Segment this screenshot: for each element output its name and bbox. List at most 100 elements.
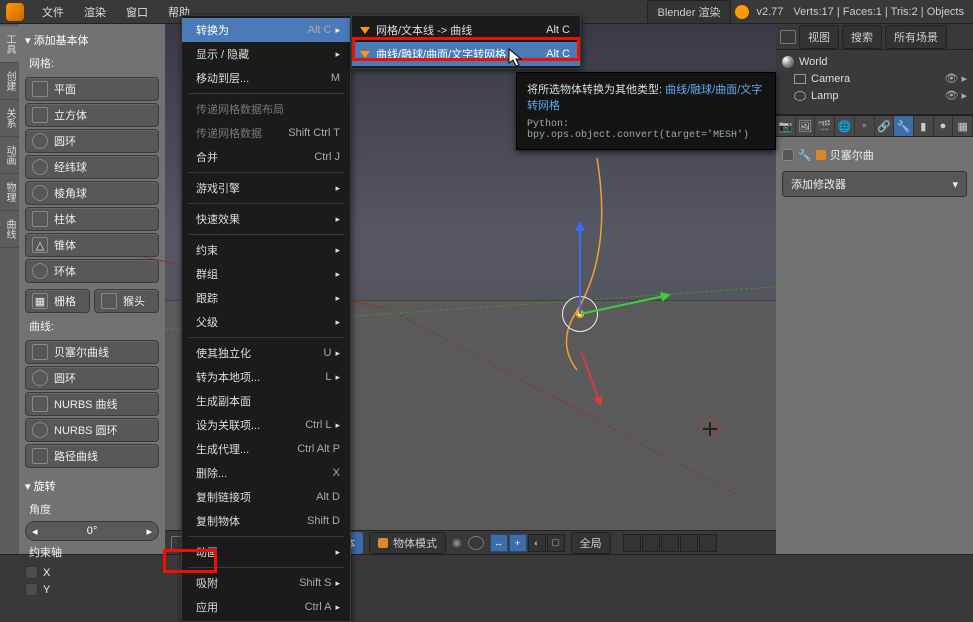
- tab-relations[interactable]: 关系: [0, 100, 19, 137]
- rotate-toggle[interactable]: ◐: [528, 534, 546, 552]
- panel-rotate[interactable]: 旋转: [25, 474, 159, 498]
- convert-to-curve[interactable]: 网格/文本线 -> 曲线 Alt C: [352, 18, 580, 42]
- manipulator-gizmo[interactable]: [580, 314, 581, 315]
- add-cylinder[interactable]: 柱体: [25, 207, 159, 231]
- menu-constraint[interactable]: 约束: [182, 238, 350, 262]
- outliner-search[interactable]: 搜索: [842, 25, 882, 49]
- menu-snap-label: 吸附: [196, 575, 218, 591]
- tab-modifiers[interactable]: 🔧: [894, 116, 914, 136]
- menu-make-single[interactable]: 使其独立化U: [182, 341, 350, 365]
- add-cone[interactable]: △锥体: [25, 233, 159, 257]
- orientation-dropdown[interactable]: 全局: [571, 532, 611, 554]
- menu-game-engine[interactable]: 游戏引擎: [182, 176, 350, 200]
- add-path[interactable]: 路径曲线: [25, 444, 159, 468]
- menu-dup-faces[interactable]: 生成副本面: [182, 389, 350, 413]
- menu-proxy[interactable]: 生成代理...Ctrl Alt P: [182, 437, 350, 461]
- menu-group[interactable]: 群组: [182, 262, 350, 286]
- layer-3[interactable]: [661, 534, 679, 552]
- menu-quick-fx[interactable]: 快速效果: [182, 207, 350, 231]
- shading-icon[interactable]: [468, 536, 484, 550]
- tab-material[interactable]: ●: [934, 116, 954, 136]
- pivot-toggles: ↔ + ◐ ▢: [490, 534, 565, 552]
- menu-join[interactable]: 合并Ctrl J: [182, 145, 350, 169]
- add-grid[interactable]: ▦栅格: [25, 289, 90, 313]
- menu-separator: [188, 234, 344, 235]
- eye-icon[interactable]: 👁 ▸: [944, 89, 967, 102]
- add-nurbs-circle[interactable]: NURBS 圆环: [25, 418, 159, 442]
- menu-render[interactable]: 渲染: [74, 0, 116, 24]
- gizmo-z-arrow[interactable]: [579, 224, 581, 314]
- manipulator-toggle[interactable]: ↔: [490, 534, 508, 552]
- outliner-filter[interactable]: 所有场景: [885, 25, 947, 49]
- layer-1[interactable]: [623, 534, 641, 552]
- constraint-y[interactable]: Y: [25, 581, 159, 598]
- add-uvsphere[interactable]: 经纬球: [25, 155, 159, 179]
- render-engine-dropdown[interactable]: Blender 渲染: [647, 0, 732, 24]
- add-nurbs-curve[interactable]: NURBS 曲线: [25, 392, 159, 416]
- tab-constraints[interactable]: 🔗: [875, 116, 895, 136]
- checkbox-icon: [25, 583, 38, 596]
- layer-5[interactable]: [699, 534, 717, 552]
- scale-toggle[interactable]: ▢: [547, 534, 565, 552]
- angle-input[interactable]: 0°: [25, 521, 159, 541]
- menu-anim[interactable]: 动画: [182, 540, 350, 564]
- menu-file[interactable]: 文件: [32, 0, 74, 24]
- pin-icon[interactable]: [782, 149, 794, 161]
- menu-move-layer[interactable]: 移动到层...M: [182, 66, 350, 90]
- tab-curve[interactable]: 曲线: [0, 211, 19, 248]
- outliner-editor-icon[interactable]: [780, 30, 796, 44]
- eye-icon[interactable]: 👁 ▸: [944, 72, 967, 85]
- menu-apply[interactable]: 应用Ctrl A: [182, 595, 350, 619]
- menu-window[interactable]: 窗口: [116, 0, 158, 24]
- menu-dup-link[interactable]: 复制链接项Alt D: [182, 485, 350, 509]
- bezier-curve-object[interactable]: [553, 154, 613, 374]
- outliner-lamp[interactable]: Lamp👁 ▸: [780, 87, 969, 104]
- add-modifier-dropdown[interactable]: 添加修改器 ▾: [782, 171, 967, 197]
- panel-add-primitive[interactable]: 添加基本体: [25, 28, 159, 52]
- add-bezier[interactable]: 贝塞尔曲线: [25, 340, 159, 364]
- outliner-view-btn[interactable]: 视图: [799, 25, 839, 49]
- convert-to-mesh[interactable]: 曲线/融球/曲面/文字转网格 Alt C: [352, 42, 580, 66]
- tab-physics[interactable]: 物理: [0, 174, 19, 211]
- menu-gameengine-label: 游戏引擎: [196, 180, 240, 196]
- menu-snap[interactable]: 吸附Shift S: [182, 571, 350, 595]
- add-torus-label: 环体: [54, 263, 76, 279]
- layer-4[interactable]: [680, 534, 698, 552]
- tab-object[interactable]: ▫: [855, 116, 875, 136]
- outliner-camera[interactable]: Camera👁 ▸: [780, 70, 969, 87]
- add-plane[interactable]: 平面: [25, 77, 159, 101]
- add-icosphere[interactable]: 棱角球: [25, 181, 159, 205]
- translate-toggle[interactable]: +: [509, 534, 527, 552]
- menu-convert[interactable]: 转换为Alt C: [182, 18, 350, 42]
- add-curve-circle[interactable]: 圆环: [25, 366, 159, 390]
- add-monkey[interactable]: 猴头: [94, 289, 159, 313]
- tab-anim[interactable]: 动画: [0, 137, 19, 174]
- menu-transfer-layout: 传递网格数据布局: [182, 97, 350, 121]
- tab-tools[interactable]: 工具: [0, 26, 19, 63]
- tab-world[interactable]: 🌐: [835, 116, 855, 136]
- menu-track[interactable]: 跟踪: [182, 286, 350, 310]
- menu-parent[interactable]: 父级: [182, 310, 350, 334]
- tab-layers[interactable]: 🖼: [796, 116, 816, 136]
- menu-show-hide[interactable]: 显示 / 隐藏: [182, 42, 350, 66]
- menu-make-link[interactable]: 设为关联项...Ctrl L: [182, 413, 350, 437]
- menu-delete[interactable]: 删除...X: [182, 461, 350, 485]
- menu-separator: [188, 536, 344, 537]
- menu-make-local[interactable]: 转为本地项...L: [182, 365, 350, 389]
- tab-texture[interactable]: ▦: [953, 116, 973, 136]
- menu-dup[interactable]: 复制物体Shift D: [182, 509, 350, 533]
- layer-buttons[interactable]: [623, 534, 717, 552]
- add-torus[interactable]: 环体: [25, 259, 159, 283]
- tab-render[interactable]: 📷: [776, 116, 796, 136]
- mode-dropdown[interactable]: 物体模式: [369, 532, 446, 554]
- add-circle[interactable]: 圆环: [25, 129, 159, 153]
- tab-scene[interactable]: 🎬: [815, 116, 835, 136]
- outliner[interactable]: World Camera👁 ▸ Lamp👁 ▸: [776, 50, 973, 115]
- tab-data[interactable]: ▮: [914, 116, 934, 136]
- add-cube[interactable]: 立方体: [25, 103, 159, 127]
- constraint-x[interactable]: X: [25, 564, 159, 581]
- tab-create[interactable]: 创建: [0, 63, 19, 100]
- checkbox-icon: [25, 566, 38, 579]
- outliner-world[interactable]: World: [780, 54, 969, 70]
- layer-2[interactable]: [642, 534, 660, 552]
